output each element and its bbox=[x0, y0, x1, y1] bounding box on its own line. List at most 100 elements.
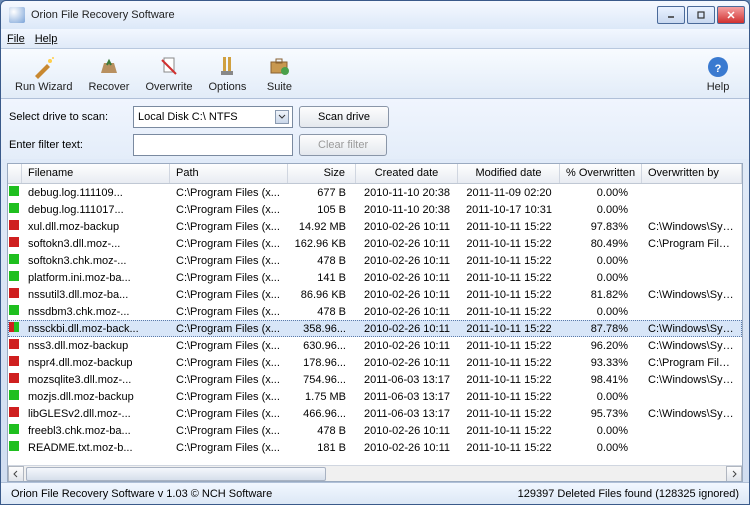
suite-button[interactable]: Suite bbox=[254, 53, 304, 95]
cell-pct: 87.78% bbox=[560, 322, 642, 336]
cell-path: C:\Program Files (x... bbox=[170, 237, 288, 251]
cell-by bbox=[642, 311, 742, 313]
close-button[interactable] bbox=[717, 6, 745, 24]
col-path[interactable]: Path bbox=[170, 164, 288, 183]
table-row[interactable]: mozsqlite3.dll.moz-...C:\Program Files (… bbox=[8, 371, 742, 388]
status-icon bbox=[9, 356, 19, 366]
table-row[interactable]: freebl3.chk.moz-ba...C:\Program Files (x… bbox=[8, 422, 742, 439]
col-overwritten-by[interactable]: Overwritten by bbox=[642, 164, 742, 183]
cell-created: 2010-02-26 10:11 bbox=[356, 356, 458, 370]
help-button[interactable]: ? Help bbox=[693, 53, 743, 95]
table-row[interactable]: platform.ini.moz-ba...C:\Program Files (… bbox=[8, 269, 742, 286]
menu-file[interactable]: File bbox=[7, 33, 25, 45]
cell-by bbox=[642, 192, 742, 194]
cell-created: 2010-02-26 10:11 bbox=[356, 339, 458, 353]
status-icon bbox=[9, 305, 19, 315]
table-row[interactable]: debug.log.111109...C:\Program Files (x..… bbox=[8, 184, 742, 201]
status-icon bbox=[9, 322, 19, 332]
recover-button[interactable]: Recover bbox=[80, 53, 137, 95]
clear-filter-button[interactable]: Clear filter bbox=[299, 134, 387, 156]
filter-label: Enter filter text: bbox=[9, 139, 127, 151]
table-row[interactable]: README.txt.moz-b...C:\Program Files (x..… bbox=[8, 439, 742, 456]
cell-modified: 2011-11-09 02:20 bbox=[458, 186, 560, 200]
options-button[interactable]: Options bbox=[201, 53, 255, 95]
cell-by: C:\Windows\System32\ bbox=[642, 373, 742, 387]
col-size[interactable]: Size bbox=[288, 164, 356, 183]
table-row[interactable]: libGLESv2.dll.moz-...C:\Program Files (x… bbox=[8, 405, 742, 422]
drive-select[interactable]: Local Disk C:\ NTFS bbox=[133, 106, 293, 128]
cell-modified: 2011-10-11 15:22 bbox=[458, 271, 560, 285]
cell-created: 2010-02-26 10:11 bbox=[356, 271, 458, 285]
cell-created: 2010-11-10 20:38 bbox=[356, 186, 458, 200]
table-body[interactable]: debug.log.111109...C:\Program Files (x..… bbox=[8, 184, 742, 465]
cell-by: C:\Program Files (x86)\ bbox=[642, 356, 742, 370]
scroll-left-icon[interactable] bbox=[8, 466, 24, 482]
cell-created: 2011-06-03 13:17 bbox=[356, 407, 458, 421]
cell-modified: 2011-10-11 15:22 bbox=[458, 288, 560, 302]
menu-help[interactable]: Help bbox=[35, 33, 58, 45]
scan-drive-button[interactable]: Scan drive bbox=[299, 106, 389, 128]
col-created[interactable]: Created date bbox=[356, 164, 458, 183]
cell-by: C:\Windows\System32\ bbox=[642, 322, 742, 336]
cell-size: 630.96... bbox=[288, 339, 356, 353]
cell-pct: 0.00% bbox=[560, 254, 642, 268]
col-modified[interactable]: Modified date bbox=[458, 164, 560, 183]
cell-size: 86.96 KB bbox=[288, 288, 356, 302]
cell-size: 1.75 MB bbox=[288, 390, 356, 404]
run-wizard-button[interactable]: Run Wizard bbox=[7, 53, 80, 95]
table-row[interactable]: nss3.dll.moz-backupC:\Program Files (x..… bbox=[8, 337, 742, 354]
table-row[interactable]: nssutil3.dll.moz-ba...C:\Program Files (… bbox=[8, 286, 742, 303]
table-row[interactable]: xul.dll.moz-backupC:\Program Files (x...… bbox=[8, 218, 742, 235]
filter-input[interactable] bbox=[133, 134, 293, 156]
horizontal-scrollbar[interactable] bbox=[8, 465, 742, 481]
overwrite-button[interactable]: Overwrite bbox=[137, 53, 200, 95]
cell-modified: 2011-10-11 15:22 bbox=[458, 373, 560, 387]
table-row[interactable]: mozjs.dll.moz-backupC:\Program Files (x.… bbox=[8, 388, 742, 405]
toolbar: Run Wizard Recover Overwrite Options Sui… bbox=[1, 49, 749, 99]
minimize-button[interactable] bbox=[657, 6, 685, 24]
table-row[interactable]: nssckbi.dll.moz-back...C:\Program Files … bbox=[8, 320, 742, 337]
cell-created: 2010-02-26 10:11 bbox=[356, 305, 458, 319]
cell-created: 2011-06-03 13:17 bbox=[356, 373, 458, 387]
status-icon bbox=[9, 339, 19, 349]
cell-modified: 2011-10-11 15:22 bbox=[458, 254, 560, 268]
cell-pct: 98.41% bbox=[560, 373, 642, 387]
status-right: 129397 Deleted Files found (128325 ignor… bbox=[518, 488, 739, 500]
table-row[interactable]: softokn3.dll.moz-...C:\Program Files (x.… bbox=[8, 235, 742, 252]
table-row[interactable]: softokn3.chk.moz-...C:\Program Files (x.… bbox=[8, 252, 742, 269]
col-filename[interactable]: Filename bbox=[22, 164, 170, 183]
overwrite-icon bbox=[157, 55, 181, 79]
cell-path: C:\Program Files (x... bbox=[170, 288, 288, 302]
cell-pct: 96.20% bbox=[560, 339, 642, 353]
cell-filename: README.txt.moz-b... bbox=[22, 441, 170, 455]
menubar: File Help bbox=[1, 29, 749, 49]
table-row[interactable]: nssdbm3.chk.moz-...C:\Program Files (x..… bbox=[8, 303, 742, 320]
status-icon bbox=[9, 390, 19, 400]
titlebar[interactable]: Orion File Recovery Software bbox=[1, 1, 749, 29]
col-overwritten-pct[interactable]: % Overwritten bbox=[560, 164, 642, 183]
status-icon bbox=[9, 424, 19, 434]
table-row[interactable]: debug.log.111017...C:\Program Files (x..… bbox=[8, 201, 742, 218]
cell-pct: 93.33% bbox=[560, 356, 642, 370]
cell-size: 141 B bbox=[288, 271, 356, 285]
cell-path: C:\Program Files (x... bbox=[170, 305, 288, 319]
scroll-thumb[interactable] bbox=[26, 467, 326, 481]
svg-text:?: ? bbox=[715, 63, 722, 75]
cell-modified: 2011-10-11 15:22 bbox=[458, 237, 560, 251]
statusbar: Orion File Recovery Software v 1.03 © NC… bbox=[1, 482, 749, 504]
status-icon bbox=[9, 203, 19, 213]
cell-modified: 2011-10-11 15:22 bbox=[458, 441, 560, 455]
cell-modified: 2011-10-11 15:22 bbox=[458, 339, 560, 353]
cell-pct: 97.83% bbox=[560, 220, 642, 234]
cell-created: 2010-02-26 10:11 bbox=[356, 220, 458, 234]
status-icon bbox=[9, 441, 19, 451]
cell-created: 2010-02-26 10:11 bbox=[356, 254, 458, 268]
scroll-right-icon[interactable] bbox=[726, 466, 742, 482]
cell-pct: 81.82% bbox=[560, 288, 642, 302]
options-icon bbox=[215, 55, 239, 79]
maximize-button[interactable] bbox=[687, 6, 715, 24]
cell-filename: nspr4.dll.moz-backup bbox=[22, 356, 170, 370]
table-row[interactable]: nspr4.dll.moz-backupC:\Program Files (x.… bbox=[8, 354, 742, 371]
cell-path: C:\Program Files (x... bbox=[170, 373, 288, 387]
cell-modified: 2011-10-11 15:22 bbox=[458, 407, 560, 421]
